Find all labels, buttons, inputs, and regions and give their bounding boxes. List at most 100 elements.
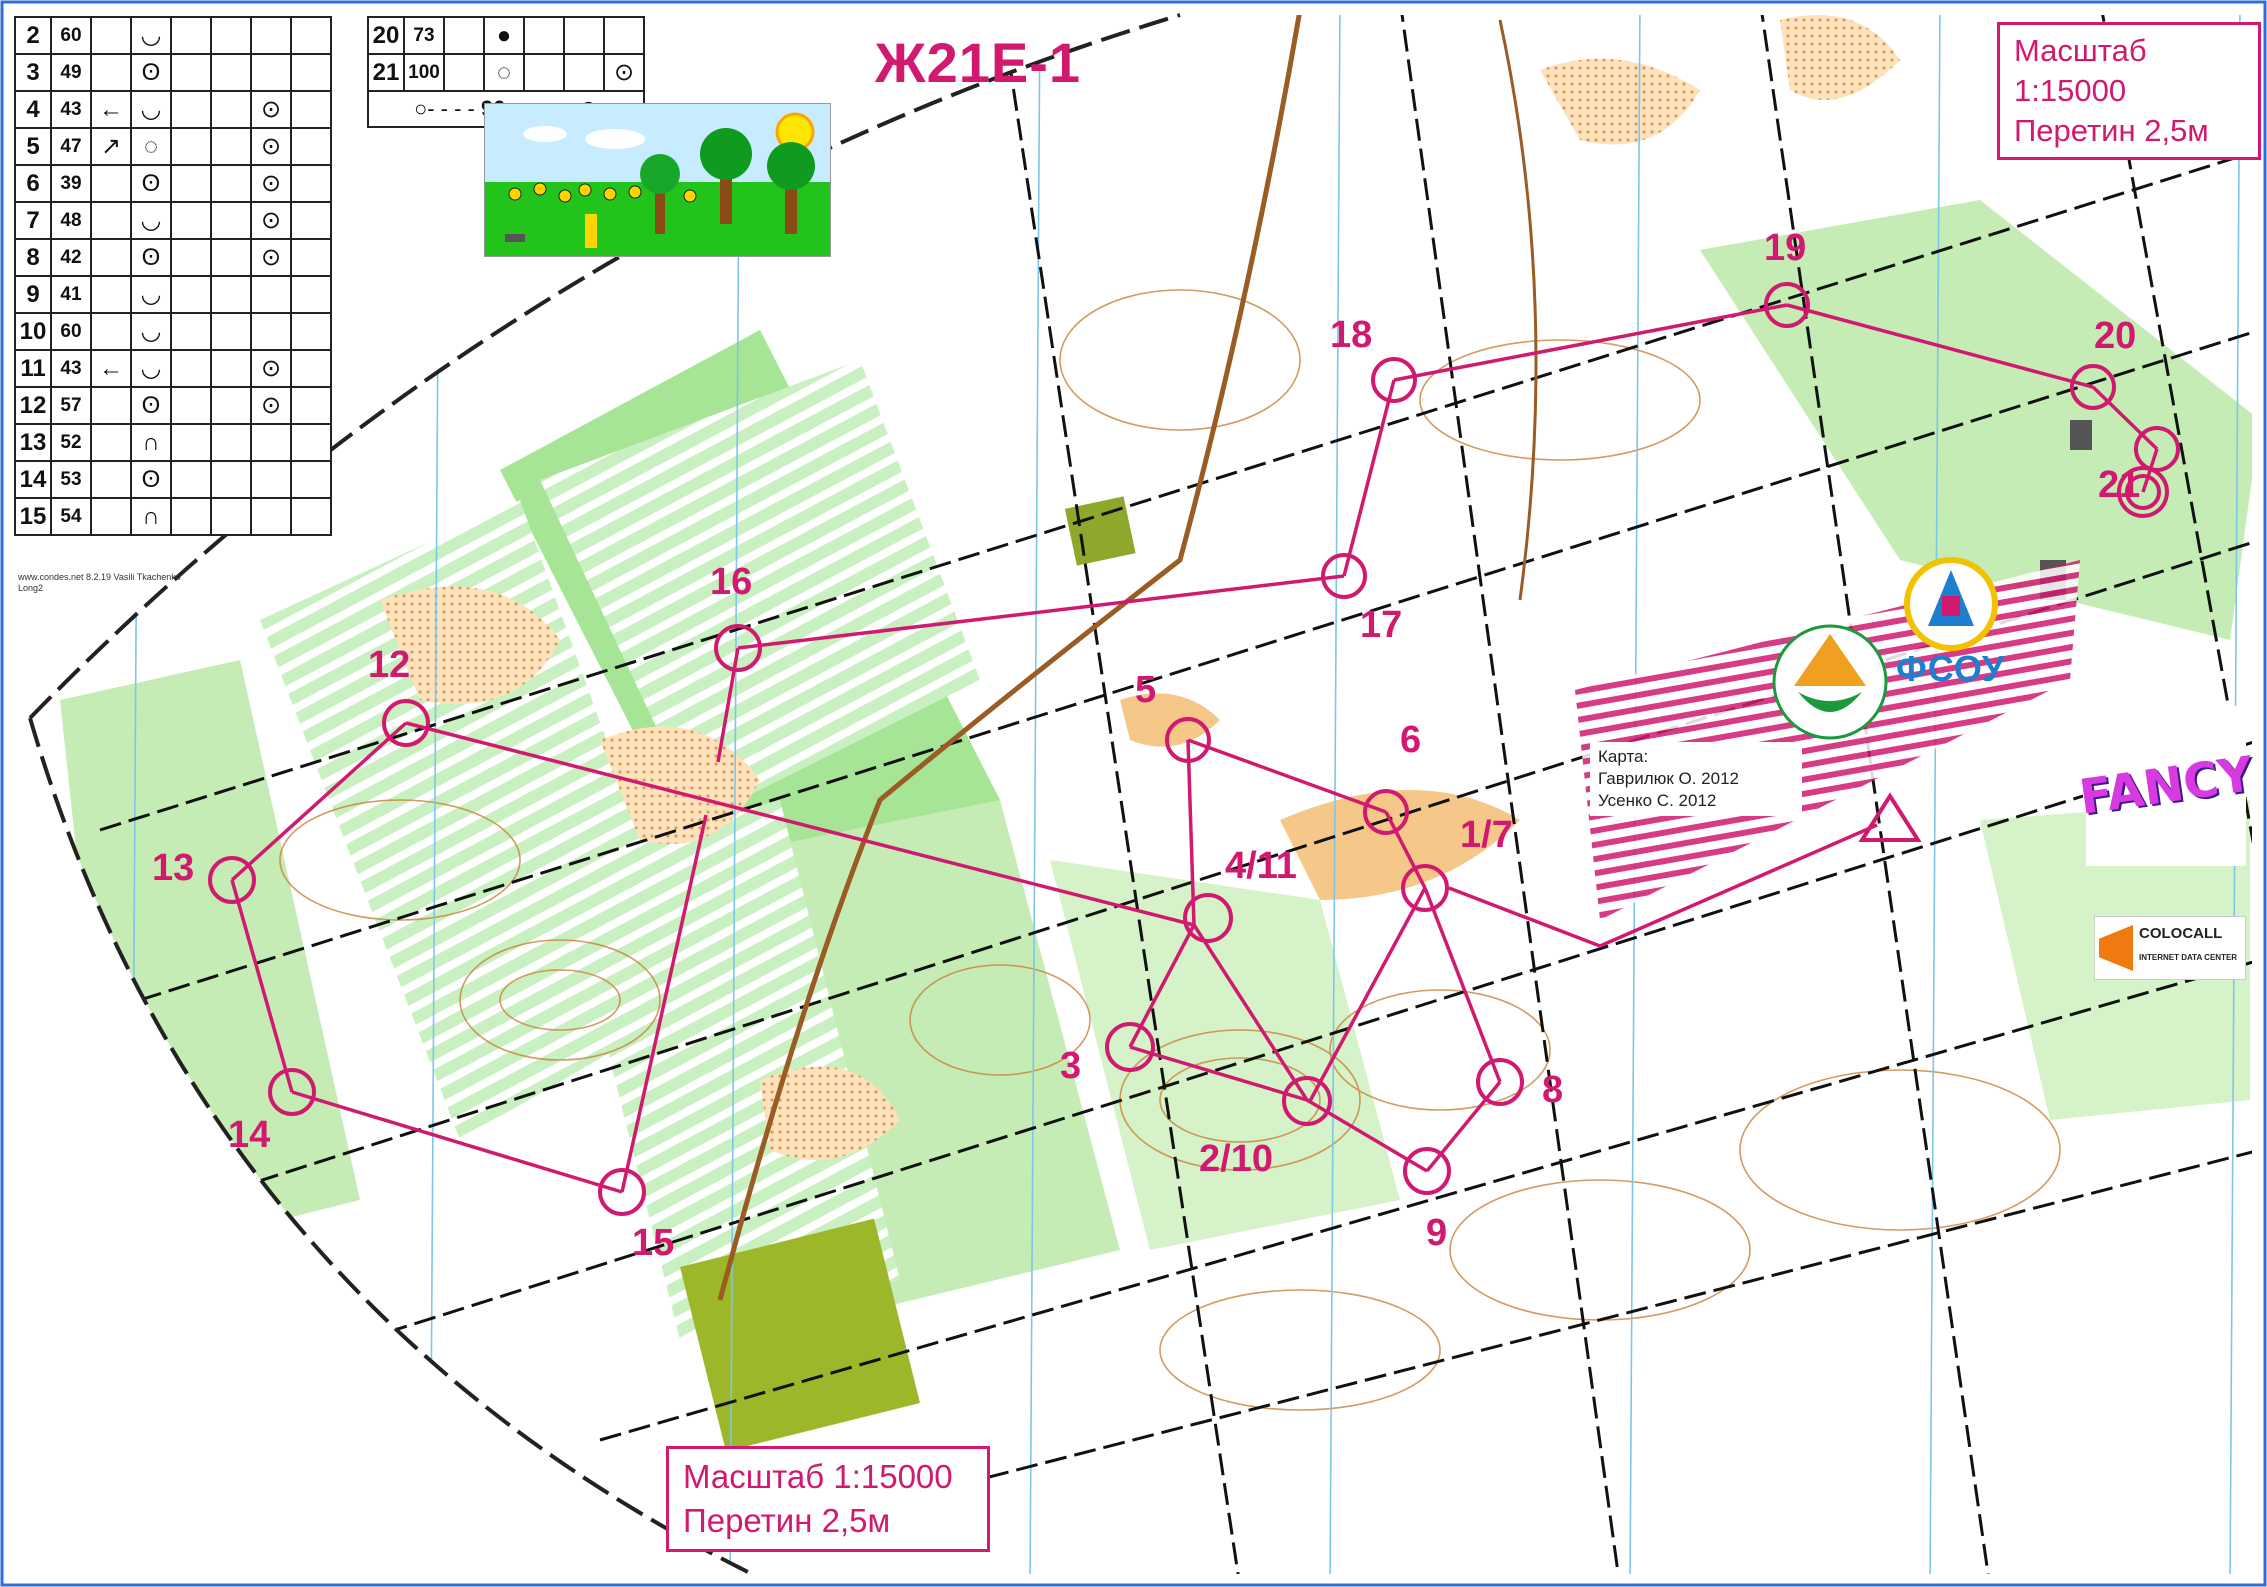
control-description-sheet: 2 60 ◡ 3 49 ʘ 4 43 ← ◡ ⊙ 5 47 ↗ ◌ ⊙ 6 39 ʘ ⊙ 7 48 ◡ ⊙ 8 42 ʘ ⊙ 9 41 ◡ 1… (14, 16, 332, 536)
desc-position (250, 312, 292, 351)
desc-feature: ʘ (130, 460, 172, 499)
description-row: 10 60 ◡ (14, 312, 332, 351)
credit-line: Усенко С. 2012 (1598, 791, 1717, 810)
control-label: 17 (1360, 604, 1402, 646)
desc-direction: ← (90, 349, 132, 388)
desc-empty (290, 90, 332, 129)
fsou-logo (1886, 556, 2016, 656)
desc-empty (210, 423, 252, 462)
desc-empty (290, 497, 332, 536)
desc-empty (210, 238, 252, 277)
control-label: 19 (1764, 227, 1806, 269)
desc-position: ⊙ (250, 127, 292, 166)
desc-feature: ◡ (130, 90, 172, 129)
desc-empty (210, 349, 252, 388)
control-label: 2/10 (1199, 1138, 1273, 1180)
control-label: 16 (710, 561, 752, 603)
desc-length: 60 (50, 16, 92, 55)
desc-length: 100 (403, 53, 445, 92)
software-footnote: www.condes.net 8.2.19 Vasili Tkachenko L… (18, 572, 181, 593)
desc-length: 42 (50, 238, 92, 277)
desc-position (250, 460, 292, 499)
desc-empty (210, 312, 252, 351)
scale-box-bottom: Масштаб 1:15000 Перетин 2,5м (666, 1446, 990, 1552)
desc-direction (90, 238, 132, 277)
desc-feature: ◡ (130, 312, 172, 351)
desc-position: ⊙ (603, 53, 645, 92)
desc-empty (170, 349, 212, 388)
desc-feature: ∩ (130, 497, 172, 536)
description-row: 2 60 ◡ (14, 16, 332, 55)
desc-direction (90, 497, 132, 536)
desc-empty (290, 201, 332, 240)
desc-position (250, 423, 292, 462)
control-label: 18 (1330, 314, 1372, 356)
desc-empty (170, 90, 212, 129)
desc-number: 8 (14, 238, 52, 277)
desc-number: 5 (14, 127, 52, 166)
control-label: 3 (1060, 1045, 1081, 1087)
desc-empty (290, 164, 332, 203)
description-row: 11 43 ← ◡ ⊙ (14, 349, 332, 388)
description-row: 6 39 ʘ ⊙ (14, 164, 332, 203)
desc-feature: ʘ (130, 164, 172, 203)
description-row: 15 54 ∩ (14, 497, 332, 536)
desc-number: 20 (367, 16, 405, 55)
desc-empty (210, 90, 252, 129)
desc-feature: ◌ (130, 127, 172, 166)
desc-direction (90, 423, 132, 462)
control-label: 4/11 (1225, 845, 1297, 887)
control-label: 5 (1135, 669, 1156, 711)
desc-empty (290, 16, 332, 55)
desc-empty (170, 386, 212, 425)
desc-empty (210, 460, 252, 499)
desc-empty (170, 275, 212, 314)
desc-empty (170, 16, 212, 55)
desc-number: 3 (14, 53, 52, 92)
fsou-logo-text: ФСОУ (1896, 648, 2006, 689)
terrain (30, 15, 2252, 1574)
desc-empty (170, 497, 212, 536)
desc-empty (210, 53, 252, 92)
desc-empty (170, 127, 212, 166)
desc-length: 57 (50, 386, 92, 425)
desc-direction (90, 386, 132, 425)
desc-feature: ◡ (130, 275, 172, 314)
desc-position (250, 16, 292, 55)
desc-empty (290, 460, 332, 499)
control-label: 21 (2098, 464, 2140, 506)
desc-length: 60 (50, 312, 92, 351)
desc-position (250, 497, 292, 536)
desc-length: 43 (50, 349, 92, 388)
desc-empty (210, 497, 252, 536)
description-row: 14 53 ʘ (14, 460, 332, 499)
control-label: 12 (368, 644, 410, 686)
desc-length: 54 (50, 497, 92, 536)
scale-text: Масштаб 1:15000 (683, 1458, 953, 1495)
desc-empty (290, 386, 332, 425)
control-label: 8 (1542, 1069, 1563, 1111)
colocall-mark-icon (2099, 925, 2133, 971)
desc-length: 73 (403, 16, 445, 55)
control-label: 20 (2094, 315, 2136, 357)
desc-feature: ∩ (130, 423, 172, 462)
desc-feature: ◡ (130, 16, 172, 55)
desc-empty (210, 127, 252, 166)
desc-empty (170, 164, 212, 203)
desc-direction: ← (90, 90, 132, 129)
desc-feature: ◡ (130, 201, 172, 240)
desc-empty (210, 164, 252, 203)
desc-direction (90, 201, 132, 240)
desc-number: 15 (14, 497, 52, 536)
desc-length: 47 (50, 127, 92, 166)
desc-length: 41 (50, 275, 92, 314)
desc-empty (170, 53, 212, 92)
desc-number: 11 (14, 349, 52, 388)
control-label: 13 (152, 847, 194, 889)
desc-empty (290, 127, 332, 166)
desc-empty (170, 201, 212, 240)
desc-direction (90, 460, 132, 499)
description-row: 9 41 ◡ (14, 275, 332, 314)
desc-feature: ʘ (130, 53, 172, 92)
desc-empty (290, 53, 332, 92)
